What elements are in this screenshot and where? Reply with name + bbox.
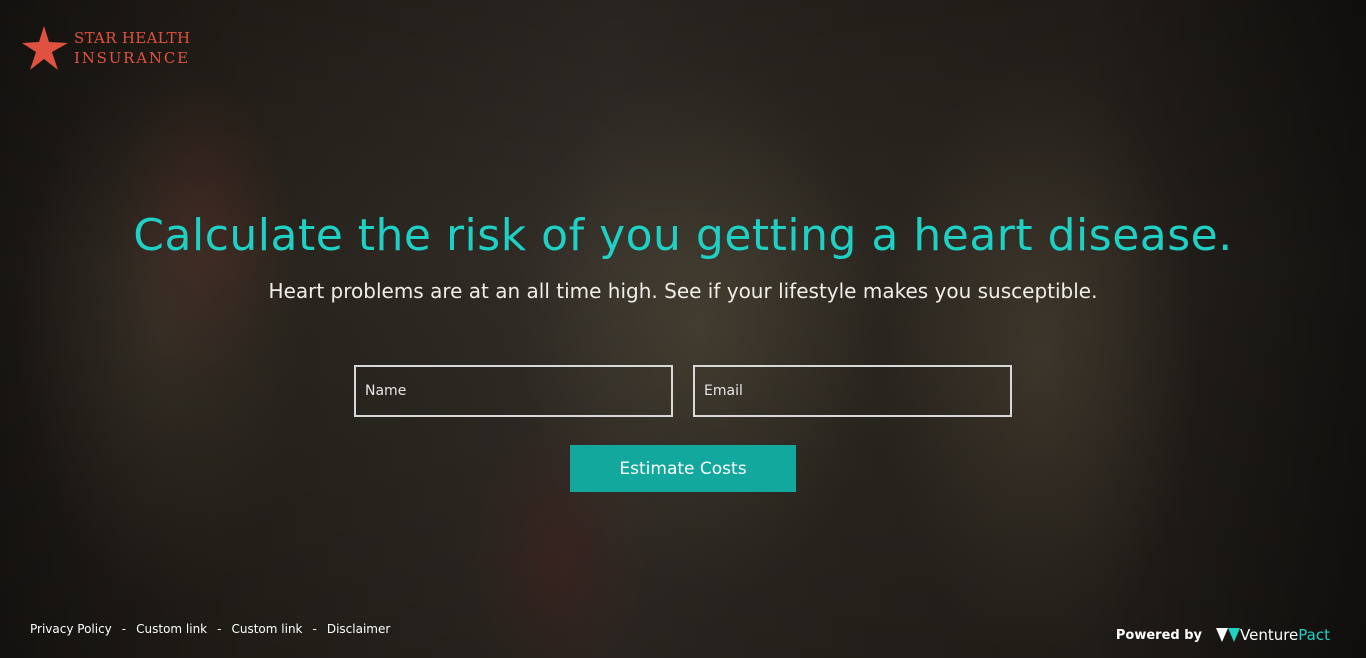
powered-by: Powered by Venture Pact [1116, 626, 1330, 644]
brand-name-line2: INSURANCE [74, 49, 190, 67]
custom-link-1[interactable]: Custom link [136, 622, 207, 636]
brand-name: STAR HEALTH INSURANCE [74, 28, 190, 68]
footer-separator: - [217, 622, 222, 636]
venturepact-brand-part1: Venture [1240, 626, 1299, 644]
footer-separator: - [312, 622, 317, 636]
page-headline: Calculate the risk of you getting a hear… [133, 210, 1233, 261]
landing-page: STAR HEALTH INSURANCE Calculate the risk… [0, 0, 1366, 658]
footer-links: Privacy Policy - Custom link - Custom li… [30, 622, 390, 636]
estimate-costs-button[interactable]: Estimate Costs [570, 445, 796, 492]
page-subheadline: Heart problems are at an all time high. … [268, 279, 1098, 303]
hero-section: Calculate the risk of you getting a hear… [0, 206, 1366, 304]
venturepact-logo-icon [1216, 628, 1240, 642]
lead-form [354, 365, 1012, 417]
star-icon [22, 26, 68, 70]
custom-link-2[interactable]: Custom link [231, 622, 302, 636]
venturepact-logo[interactable]: Venture Pact [1216, 626, 1330, 644]
name-input[interactable] [354, 365, 673, 417]
venturepact-brand-part2: Pact [1298, 626, 1330, 644]
email-input[interactable] [693, 365, 1012, 417]
privacy-policy-link[interactable]: Privacy Policy [30, 622, 112, 636]
footer-separator: - [121, 622, 127, 636]
disclaimer-link[interactable]: Disclaimer [327, 622, 390, 636]
brand-logo[interactable]: STAR HEALTH INSURANCE [22, 24, 190, 72]
brand-name-line1: STAR HEALTH [74, 29, 191, 47]
powered-by-label: Powered by [1115, 627, 1202, 643]
